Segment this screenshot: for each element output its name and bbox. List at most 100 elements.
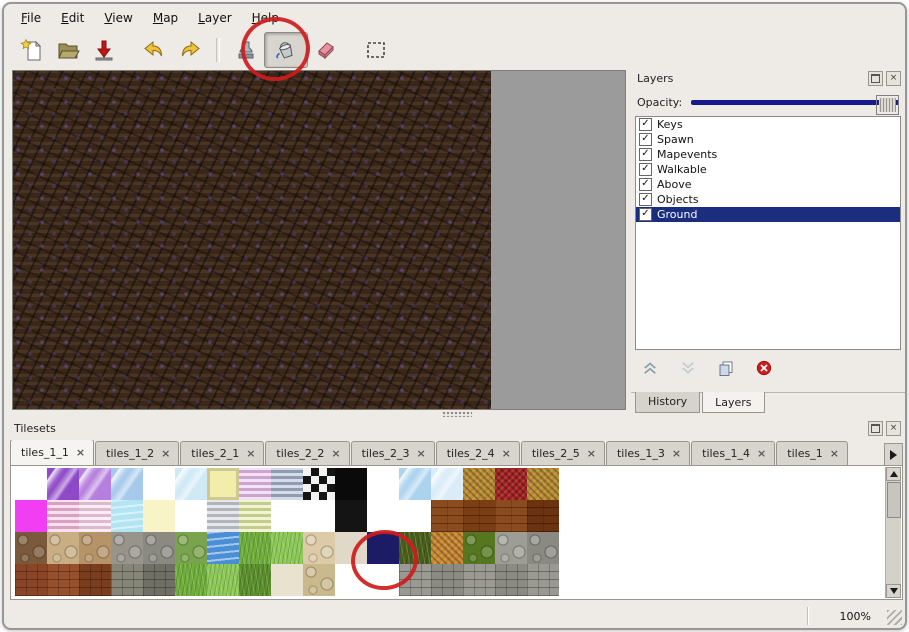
close-panel-button[interactable]: × [886, 421, 901, 436]
tab-close-icon[interactable]: × [587, 448, 596, 459]
tileset-tile[interactable] [15, 532, 47, 564]
layer-visibility-checkbox[interactable]: ✓ [639, 148, 652, 161]
layer-row-spawn[interactable]: ✓Spawn [636, 132, 900, 147]
map-view[interactable] [13, 71, 491, 409]
tileset-tile[interactable] [303, 500, 335, 532]
tileset-tile[interactable] [271, 564, 303, 596]
fill-tool-button[interactable] [264, 32, 308, 68]
tileset-tile[interactable] [15, 468, 47, 500]
tileset-tile[interactable] [47, 564, 79, 596]
resize-grip[interactable] [887, 610, 902, 625]
delete-layer-button[interactable] [755, 359, 773, 381]
tileset-tile[interactable] [79, 500, 111, 532]
select-tool-button[interactable] [358, 34, 394, 66]
tileset-tile[interactable] [335, 532, 367, 564]
layer-visibility-checkbox[interactable]: ✓ [639, 163, 652, 176]
menu-item-map[interactable]: Map [144, 9, 187, 29]
tileset-tile[interactable] [239, 500, 271, 532]
tileset-tile[interactable] [143, 500, 175, 532]
menu-item-file[interactable]: File [12, 9, 50, 29]
tileset-tab-tiles_1_1[interactable]: tiles_1_1× [10, 440, 94, 465]
layer-visibility-checkbox[interactable]: ✓ [639, 178, 652, 191]
scrollbar-thumb[interactable] [887, 482, 901, 518]
tileset-tile[interactable] [111, 564, 143, 596]
dock-tab-history[interactable]: History [635, 392, 700, 413]
tileset-tile[interactable] [47, 500, 79, 532]
tileset-tile[interactable] [207, 564, 239, 596]
layer-row-objects[interactable]: ✓Objects [636, 192, 900, 207]
tileset-tab-tiles_2_4[interactable]: tiles_2_4× [436, 441, 520, 465]
tileset-tile[interactable] [15, 500, 47, 532]
tileset-tab-tiles_2_1[interactable]: tiles_2_1× [180, 441, 264, 465]
tab-close-icon[interactable]: × [502, 448, 511, 459]
redo-button[interactable] [172, 34, 208, 66]
tileset-tile[interactable] [463, 532, 495, 564]
tab-close-icon[interactable]: × [416, 448, 425, 459]
tab-close-icon[interactable]: × [331, 448, 340, 459]
tileset-tile[interactable] [495, 500, 527, 532]
tileset-tile[interactable] [271, 500, 303, 532]
stamp-tool-button[interactable] [228, 34, 264, 66]
raise-layer-button[interactable] [641, 359, 659, 381]
tileset-tile[interactable] [79, 564, 111, 596]
scroll-down-button[interactable] [886, 584, 901, 598]
tileset-tile[interactable] [143, 564, 175, 596]
tileset-tile[interactable] [527, 532, 559, 564]
tileset-tile[interactable] [399, 532, 431, 564]
tileset-scrollbar[interactable] [885, 467, 901, 598]
tileset-tile[interactable] [303, 468, 335, 500]
save-map-button[interactable] [86, 34, 122, 66]
tileset-tile[interactable] [463, 468, 495, 500]
tileset-tile[interactable] [367, 500, 399, 532]
layer-row-keys[interactable]: ✓Keys [636, 117, 900, 132]
tileset-tile[interactable] [303, 564, 335, 596]
new-map-button[interactable] [14, 34, 50, 66]
tab-close-icon[interactable]: × [672, 448, 681, 459]
menu-item-layer[interactable]: Layer [189, 9, 240, 29]
tileset-tile[interactable] [367, 532, 399, 564]
tileset-tile[interactable] [175, 500, 207, 532]
tileset-tile[interactable] [143, 532, 175, 564]
tileset-tile[interactable] [463, 500, 495, 532]
tileset-tile[interactable] [335, 468, 367, 500]
tileset-tile[interactable] [239, 532, 271, 564]
tileset-tile[interactable] [495, 532, 527, 564]
tileset-tile[interactable] [79, 532, 111, 564]
undo-button[interactable] [136, 34, 172, 66]
layer-visibility-checkbox[interactable]: ✓ [639, 118, 652, 131]
tileset-tile[interactable] [463, 564, 495, 596]
tileset-tile[interactable] [495, 468, 527, 500]
duplicate-layer-button[interactable] [717, 359, 735, 381]
tileset-tab-tiles_1[interactable]: tiles_1× [776, 441, 848, 465]
tileset-tile[interactable] [303, 532, 335, 564]
detach-panel-button[interactable] [868, 421, 883, 436]
tileset-tile[interactable] [527, 500, 559, 532]
tileset-tab-tiles_1_4[interactable]: tiles_1_4× [691, 441, 775, 465]
tileset-tile[interactable] [431, 532, 463, 564]
open-map-button[interactable] [50, 34, 86, 66]
tileset-tile[interactable] [271, 468, 303, 500]
lower-layer-button[interactable] [679, 359, 697, 381]
tileset-tile[interactable] [175, 468, 207, 500]
tileset-tile[interactable] [367, 468, 399, 500]
layer-visibility-checkbox[interactable]: ✓ [639, 133, 652, 146]
tileset-tile[interactable] [527, 468, 559, 500]
tab-scroll-right-button[interactable] [884, 443, 903, 466]
tileset-tile[interactable] [143, 468, 175, 500]
tab-close-icon[interactable]: × [76, 447, 85, 458]
layer-row-walkable[interactable]: ✓Walkable [636, 162, 900, 177]
tileset-tile[interactable] [431, 468, 463, 500]
tileset-tile[interactable] [111, 468, 143, 500]
tileset-tile[interactable] [495, 564, 527, 596]
tileset-tile[interactable] [399, 564, 431, 596]
tileset-tile[interactable] [175, 532, 207, 564]
scroll-up-button[interactable] [886, 467, 901, 481]
tileset-tile[interactable] [367, 564, 399, 596]
tileset-tile[interactable] [175, 564, 207, 596]
menu-item-view[interactable]: View [95, 9, 141, 29]
tileset-tile[interactable] [207, 468, 239, 500]
tileset-tab-tiles_2_3[interactable]: tiles_2_3× [351, 441, 435, 465]
tileset-tile[interactable] [335, 564, 367, 596]
tileset-tile[interactable] [207, 532, 239, 564]
opacity-slider[interactable] [691, 95, 899, 109]
